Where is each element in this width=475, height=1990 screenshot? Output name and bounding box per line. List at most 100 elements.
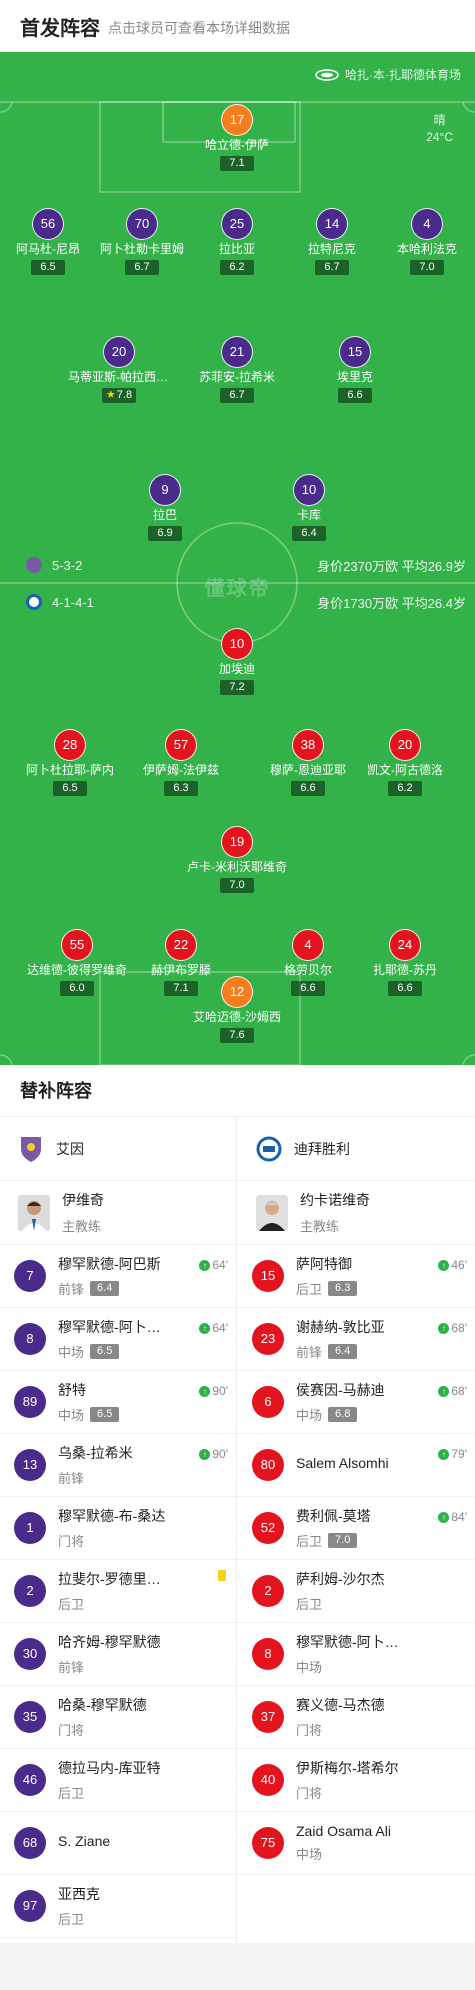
bench-player-row[interactable]: 6 侯赛因-马赫迪 中场 6.8 ↑ 68'	[238, 1371, 475, 1434]
player-rating: 6.7	[220, 388, 254, 403]
player-name: 加埃迪	[218, 662, 255, 676]
bench-player-name: 穆罕默德-阿卜杜拉	[58, 1319, 170, 1335]
player-rating: ★7.8	[101, 388, 137, 403]
home_players-player[interactable]: 70 阿卜杜勒卡里姆 6.7	[87, 208, 197, 275]
bench-player-row[interactable]: 2 萨利姆-沙尔杰 后卫	[238, 1560, 475, 1623]
player-number-badge: 2	[252, 1575, 284, 1607]
bench-player-row[interactable]: 13 乌桑-拉希米 前锋 ↑ 90'	[0, 1434, 236, 1497]
bench-player-row[interactable]: 7 穆罕默德-阿巴斯 前锋 6.4 ↑ 64'	[0, 1245, 236, 1308]
bench-player-row[interactable]: 15 萨阿特御 后卫 6.3 ↑ 46'	[238, 1245, 475, 1308]
bench-player-row[interactable]: 30 哈齐姆-穆罕默德 前锋	[0, 1623, 236, 1686]
player-name: 阿卜杜拉耶-萨内	[26, 763, 114, 777]
player-number-badge: 12	[221, 976, 253, 1008]
bench-player-row[interactable]: 80 Salem Alsomhi ↑ 79'	[238, 1434, 475, 1497]
home_players-player[interactable]: 4 本哈利法克 7.0	[372, 208, 475, 275]
bench-player-position: 前锋	[58, 1471, 85, 1486]
bench-player-row[interactable]: 8 穆罕默德-阿卜杜拉 中场	[238, 1623, 475, 1686]
coach-avatar	[18, 1194, 50, 1231]
player-number-badge: 8	[14, 1323, 46, 1355]
bench-player-row[interactable]: 68 S. Ziane	[0, 1812, 236, 1875]
sub-in-arrow-icon: ↑	[438, 1385, 450, 1397]
home_players-player[interactable]: 25 拉比亚 6.2	[182, 208, 292, 275]
bench-player-name: Zaid Osama Ali	[296, 1823, 391, 1839]
sub-in-arrow-icon: ↑	[438, 1448, 450, 1460]
bench-player-meta: 后卫 6.3	[296, 1279, 475, 1298]
bench-player-row[interactable]: 8 穆罕默德-阿卜杜拉 中场 6.5 ↑ 64'	[0, 1308, 236, 1371]
player-name: 阿卜杜勒卡里姆	[99, 242, 184, 256]
bench-player-name: Salem Alsomhi	[296, 1454, 389, 1471]
bench-player-row[interactable]: 23 谢赫纳-敦比亚 前锋 6.4 ↑ 68'	[238, 1308, 475, 1371]
bench-player-row[interactable]: 75 Zaid Osama Ali 中场	[238, 1812, 475, 1875]
bench-player-info: 亚西克 后卫	[58, 1884, 236, 1928]
bench-player-info: 萨利姆-沙尔杰 后卫	[296, 1569, 475, 1613]
away_players-player[interactable]: 12 艾哈迈德-沙姆西 7.6	[182, 976, 292, 1043]
bench-player-name: 萨阿特御	[296, 1256, 352, 1272]
player-number-badge: 75	[252, 1827, 284, 1859]
coach-role: 主教练	[62, 1219, 102, 1234]
bench-player-name: 拉斐尔-罗德里格斯	[58, 1571, 170, 1587]
bench-player-row[interactable]: 2 拉斐尔-罗德里格斯 后卫	[0, 1560, 236, 1623]
home-bench-team-name: 艾因	[56, 1140, 84, 1157]
away_players-player[interactable]: 19 卢卡-米利沃耶维奇 7.0	[182, 826, 292, 893]
bench-player-name: 德拉马内-库亚特	[58, 1760, 161, 1776]
away_players-player[interactable]: 57 伊萨姆-法伊兹 6.3	[126, 729, 236, 796]
bench-player-row[interactable]: 89 舒特 中场 6.5 ↑ 90'	[0, 1371, 236, 1434]
coach-name: 伊维奇	[62, 1192, 104, 1208]
home_players-player[interactable]: 17 哈立德-伊萨 7.1	[182, 104, 292, 171]
home-bench-team[interactable]: 艾因	[0, 1117, 236, 1181]
bench-player-position: 门将	[296, 1786, 323, 1801]
sub-in-arrow-icon: ↑	[199, 1448, 211, 1460]
home_players-player[interactable]: 10 卡库 6.4	[254, 474, 364, 541]
rating-value: 6.4	[301, 527, 317, 539]
away_players-player[interactable]: 10 加埃迪 7.2	[182, 628, 292, 695]
home_players-player[interactable]: 21 苏菲安-拉希米 6.7	[182, 336, 292, 403]
home_players-player[interactable]: 9 拉巴 6.9	[110, 474, 220, 541]
rating-value: 6.9	[157, 527, 173, 539]
home_players-player[interactable]: 14 拉特尼克 6.7	[277, 208, 387, 275]
player-number-badge: 56	[32, 208, 64, 240]
away_players-player[interactable]: 24 扎耶德-苏丹 6.6	[350, 929, 460, 996]
substitutes-title: 替补阵容	[0, 1065, 475, 1117]
bench-player-meta: 前锋 6.4	[296, 1342, 475, 1361]
player-name: 卡库	[296, 508, 321, 522]
substitution-in: ↑ 84'	[438, 1510, 467, 1524]
player-name: 埃里克	[336, 370, 373, 384]
away_players-player[interactable]: 28 阿卜杜拉耶-萨内 6.5	[15, 729, 125, 796]
away-coach[interactable]: 约卡诺维奇 主教练	[238, 1181, 475, 1245]
away-bench-team[interactable]: 迪拜胜利	[238, 1117, 475, 1181]
bench-player-position: 中场	[296, 1847, 323, 1862]
player-number-badge: 21	[221, 336, 253, 368]
yellow-card-icon	[218, 1570, 226, 1581]
player-number-badge: 20	[389, 729, 421, 761]
player-number-badge: 57	[165, 729, 197, 761]
bench-player-meta: 中场 6.5	[58, 1405, 236, 1424]
rating-value: 6.7	[229, 389, 245, 401]
bench-player-row[interactable]: 97 亚西克 后卫	[0, 1875, 236, 1938]
player-rating: 6.7	[315, 260, 349, 275]
home_players-player[interactable]: 15 埃里克 6.6	[300, 336, 410, 403]
away_players-player[interactable]: 20 凯文-阿古德洛 6.2	[350, 729, 460, 796]
bench-player-row[interactable]: 46 德拉马内-库亚特 后卫	[0, 1749, 236, 1812]
bench-player-row[interactable]: 52 费利佩-莫塔 后卫 7.0 ↑ 84'	[238, 1497, 475, 1560]
bench-player-meta: 门将	[296, 1783, 475, 1802]
bench-player-row[interactable]: 35 哈桑-穆罕默德 门将	[0, 1686, 236, 1749]
bench-player-position: 前锋	[296, 1345, 323, 1360]
substitution-in: ↑ 90'	[199, 1447, 228, 1461]
bench-player-position: 前锋	[58, 1282, 85, 1297]
bench-player-rating: 6.8	[328, 1407, 358, 1422]
home-bench-list: 7 穆罕默德-阿巴斯 前锋 6.4 ↑ 64' 8 穆罕默德-阿卜杜拉 中场 6.5 ↑ 64' 89 舒…	[0, 1245, 236, 1938]
home-coach[interactable]: 伊维奇 主教练	[0, 1181, 236, 1245]
away-formation: 4-1-4-1	[52, 594, 94, 610]
away_players-player[interactable]: 38 穆萨-恩迪亚耶 6.6	[253, 729, 363, 796]
player-number-badge: 38	[292, 729, 324, 761]
bench-player-meta: 门将	[296, 1720, 475, 1739]
away_players-player[interactable]: 55 达维德-彼得罗维奇 6.0	[22, 929, 132, 996]
bench-player-row[interactable]: 40 伊斯梅尔-塔希尔 门将	[238, 1749, 475, 1812]
bench-player-row[interactable]: 37 赛义德-马杰德 门将	[238, 1686, 475, 1749]
away-bench-team-name: 迪拜胜利	[294, 1140, 350, 1157]
bench-player-rating: 6.3	[328, 1281, 358, 1296]
home_players-player[interactable]: 20 马蒂亚斯-帕拉西奥斯 ★7.8	[64, 336, 174, 403]
bench-player-row[interactable]: 1 穆罕默德-布-桑达 门将	[0, 1497, 236, 1560]
coach-avatar	[256, 1194, 288, 1231]
bench-player-meta: 后卫	[58, 1783, 236, 1802]
